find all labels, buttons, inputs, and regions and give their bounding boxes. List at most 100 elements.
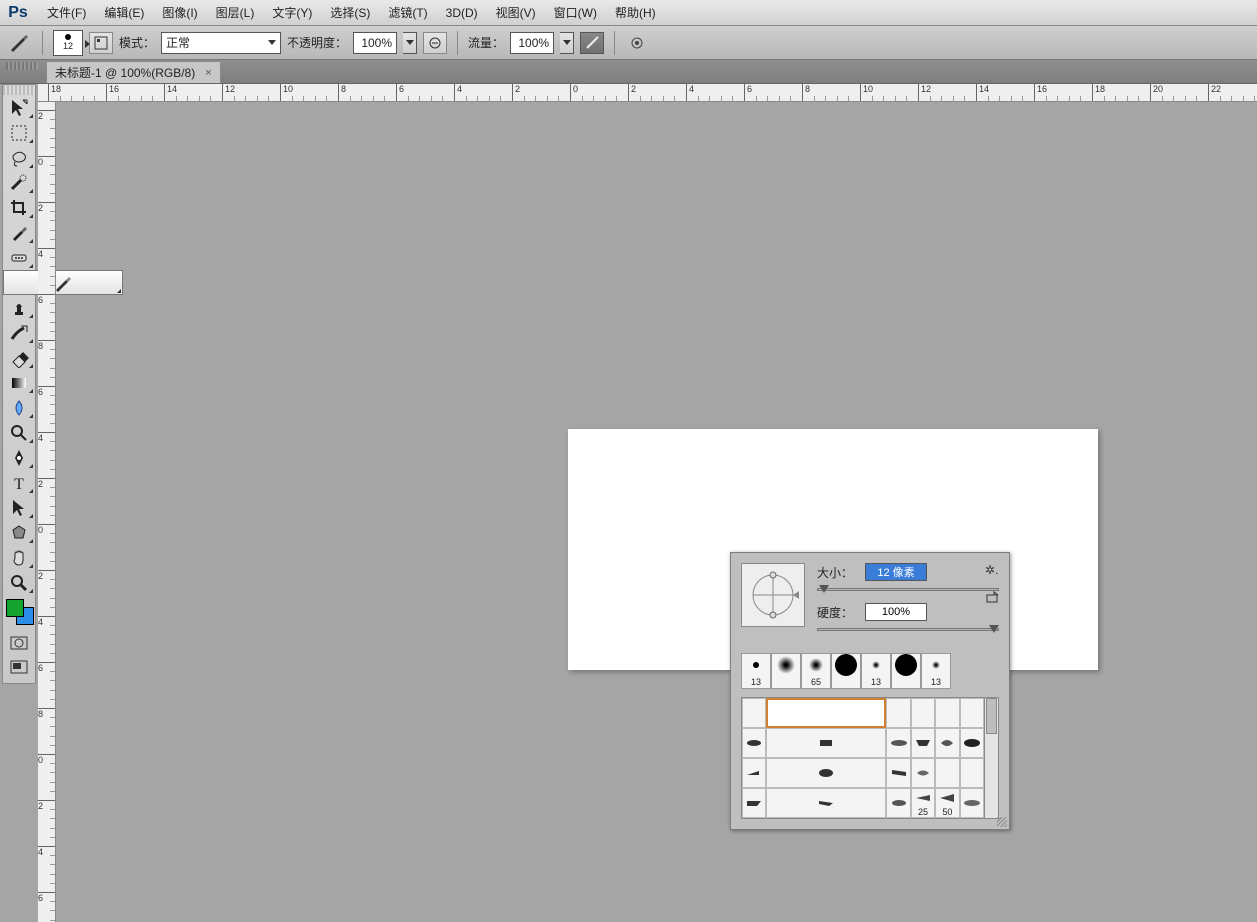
pencil-tool[interactable] (3, 270, 123, 295)
brush-preset-cell[interactable] (766, 728, 886, 758)
brush-hardness-input[interactable] (865, 603, 927, 621)
brush-preset-cell[interactable] (886, 728, 910, 758)
screen-mode-button[interactable] (3, 657, 35, 677)
brush-preset[interactable]: 13 (921, 653, 951, 689)
brush-preset-cell[interactable] (935, 758, 959, 788)
airbrush-toggle[interactable] (580, 32, 604, 54)
vertical-ruler[interactable]: 202468642024680246 (38, 102, 56, 922)
menu-item[interactable]: 文字(Y) (263, 0, 321, 25)
brush-size-slider[interactable] (817, 585, 999, 595)
marquee-tool[interactable] (3, 120, 35, 145)
healing-tool[interactable] (3, 245, 35, 270)
brush-preset[interactable]: 65 (801, 653, 831, 689)
brush-preset-cell[interactable] (911, 728, 935, 758)
panel-menu-icon[interactable]: ✲. (985, 563, 1001, 577)
brush-preset[interactable] (831, 653, 861, 689)
brush-preset-cell[interactable] (886, 788, 910, 818)
brush-grid-scrollbar[interactable] (985, 697, 999, 819)
ruler-tick: 6 (396, 84, 404, 102)
brush-preset[interactable] (771, 653, 801, 689)
brush-preset-cell[interactable] (911, 698, 935, 728)
document-tab[interactable]: 未标题-1 @ 100%(RGB/8) × (46, 61, 221, 83)
brush-preset-cell[interactable] (911, 758, 935, 788)
pen-tool[interactable] (3, 445, 35, 470)
toolbox-grip[interactable] (3, 85, 35, 95)
brush-preset[interactable] (891, 653, 921, 689)
brush-preset-cell[interactable] (742, 758, 766, 788)
brush-hardness-slider[interactable] (817, 625, 999, 635)
new-preset-icon[interactable] (985, 591, 1001, 605)
brush-preset-cell[interactable] (766, 758, 886, 788)
crop-tool[interactable] (3, 195, 35, 220)
current-tool-icon[interactable] (6, 32, 32, 54)
eyedropper-tool[interactable] (3, 220, 35, 245)
menu-item[interactable]: 编辑(E) (95, 0, 153, 25)
stamp-tool[interactable] (3, 295, 35, 320)
menu-item[interactable]: 图层(L) (207, 0, 264, 25)
quick-select-tool[interactable] (3, 170, 35, 195)
brush-preset-cell[interactable] (766, 788, 886, 818)
brush-preset-cell[interactable]: 25 (911, 788, 935, 818)
ruler-tick: 0 (570, 84, 578, 102)
brush-preset-cell[interactable] (742, 728, 766, 758)
brush-preset-cell[interactable] (960, 758, 984, 788)
opacity-pressure-toggle[interactable] (423, 32, 447, 54)
brush-preset[interactable]: 13 (861, 653, 891, 689)
dodge-tool[interactable] (3, 420, 35, 445)
foreground-color[interactable] (6, 599, 24, 617)
menu-item[interactable]: 视图(V) (487, 0, 545, 25)
brush-preset-cell[interactable] (742, 788, 766, 818)
path-select-tool[interactable] (3, 495, 35, 520)
gradient-tool[interactable] (3, 370, 35, 395)
brush-preset-cell[interactable] (886, 758, 910, 788)
blur-tool[interactable] (3, 395, 35, 420)
toolbox: T (2, 84, 36, 684)
ruler-tick: 2 (512, 84, 520, 102)
brush-size-label: 大小： (817, 564, 857, 581)
brush-preset-cell[interactable] (766, 698, 886, 728)
opacity-field[interactable]: 100% (353, 32, 397, 54)
menu-item[interactable]: 滤镜(T) (379, 0, 436, 25)
brush-hardness-label: 硬度： (817, 604, 857, 621)
close-tab-icon[interactable]: × (205, 67, 211, 79)
menu-item[interactable]: 帮助(H) (606, 0, 665, 25)
options-bar: 12 模式： 正常 不透明度： 100% 流量： 100% (0, 26, 1257, 60)
blend-mode-select[interactable]: 正常 (161, 32, 281, 54)
zoom-tool[interactable] (3, 570, 35, 595)
brush-preset-cell[interactable]: 50 (935, 788, 959, 818)
size-pressure-toggle[interactable] (625, 32, 649, 54)
horizontal-ruler[interactable]: 181614121086420246810121416182022 (38, 84, 1257, 102)
color-swatches[interactable] (3, 595, 35, 627)
opacity-dropdown[interactable] (403, 32, 417, 54)
panel-resize-grip[interactable] (997, 817, 1007, 827)
flow-field[interactable]: 100% (510, 32, 554, 54)
brush-panel-toggle[interactable] (89, 32, 113, 54)
brush-preset-cell[interactable] (742, 698, 766, 728)
menu-item[interactable]: 图像(I) (153, 0, 206, 25)
brush-preset[interactable]: 13 (741, 653, 771, 689)
brush-angle-control[interactable] (741, 563, 805, 627)
eraser-tool[interactable] (3, 345, 35, 370)
tab-bar-grip[interactable] (6, 62, 38, 70)
brush-preset-picker[interactable]: 12 (53, 30, 83, 56)
menu-item[interactable]: 窗口(W) (545, 0, 606, 25)
brush-preset-cell[interactable] (886, 698, 910, 728)
brush-preset-cell[interactable] (935, 698, 959, 728)
shape-tool[interactable] (3, 520, 35, 545)
brush-preset-cell[interactable] (960, 698, 984, 728)
move-tool[interactable] (3, 95, 35, 120)
brush-preset-cell[interactable] (960, 728, 984, 758)
quick-mask-toggle[interactable] (3, 633, 35, 653)
menu-item[interactable]: 3D(D) (437, 0, 487, 25)
hand-tool[interactable] (3, 545, 35, 570)
brush-size-input[interactable] (865, 563, 927, 581)
type-tool[interactable]: T (3, 470, 35, 495)
document-tab-title: 未标题-1 @ 100%(RGB/8) (55, 64, 195, 81)
flow-dropdown[interactable] (560, 32, 574, 54)
menu-item[interactable]: 选择(S) (321, 0, 379, 25)
brush-preset-cell[interactable] (960, 788, 984, 818)
lasso-tool[interactable] (3, 145, 35, 170)
history-brush-tool[interactable] (3, 320, 35, 345)
menu-item[interactable]: 文件(F) (38, 0, 95, 25)
brush-preset-cell[interactable] (935, 728, 959, 758)
